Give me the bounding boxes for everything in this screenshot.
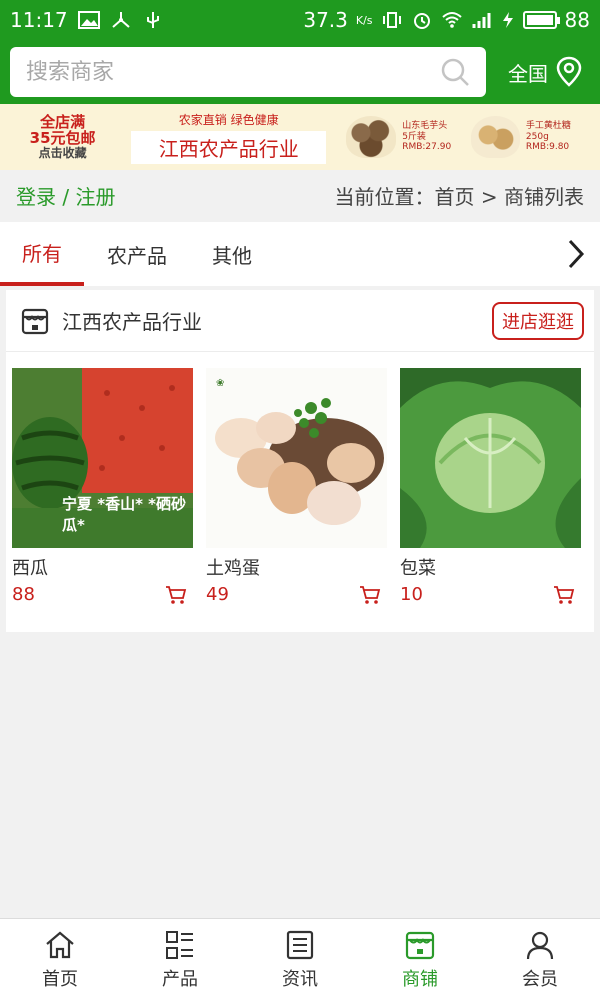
product-name[interactable]: 包菜 xyxy=(400,554,581,580)
signal-icon xyxy=(472,13,491,28)
tabs-more-button[interactable] xyxy=(552,222,600,286)
cabbage-image[interactable] xyxy=(400,368,581,548)
product-card[interactable]: 宁夏 *香山* *硒砂瓜* 西瓜 88 xyxy=(12,368,193,605)
svg-text:❀: ❀ xyxy=(216,378,224,389)
product-list: 宁夏 *香山* *硒砂瓜* 西瓜 88 ❀ 土鸡蛋 49 包菜 10 xyxy=(6,352,594,605)
nav-home[interactable]: 首页 xyxy=(0,919,120,1000)
battery-level: 88 xyxy=(564,8,590,32)
banner-slogan: 农家直销 绿色健康 xyxy=(178,112,279,127)
tab-all[interactable]: 所有 xyxy=(0,222,84,286)
shop-card: 江西农产品行业 进店逛逛 宁夏 *香山* *硒砂瓜* 西瓜 88 ❀ 土鸡蛋 4… xyxy=(6,290,594,632)
cart-icon[interactable] xyxy=(165,585,187,605)
banner-title-block: 农家直销 绿色健康 江西农产品行业 xyxy=(131,111,327,164)
charging-icon xyxy=(502,12,513,28)
eggs-image[interactable]: ❀ xyxy=(206,368,387,548)
banner-product1-price: RMB:27.90 xyxy=(402,142,452,153)
banner-product2-price: RMB:9.80 xyxy=(525,142,570,153)
shop-icon xyxy=(405,931,435,959)
promo-banner[interactable]: 全店满 35元包邮 点击收藏 农家直销 绿色健康 江西农产品行业 山东毛芋头 5… xyxy=(0,104,600,170)
cart-icon[interactable] xyxy=(359,585,381,605)
location-pin-icon xyxy=(556,56,582,87)
candy-image xyxy=(471,116,520,158)
alarm-icon xyxy=(413,13,430,29)
banner-product-1: 山东毛芋头 5斤装 RMB:27.90 xyxy=(346,116,451,158)
product-card[interactable]: ❀ 土鸡蛋 49 xyxy=(206,368,387,605)
nav-shops-label: 商铺 xyxy=(402,968,438,990)
home-icon xyxy=(46,931,74,958)
usb-icon xyxy=(146,12,159,28)
visit-shop-button[interactable]: 进店逛逛 xyxy=(492,301,584,340)
banner-promo-line2: 35元包邮 xyxy=(29,129,96,148)
banner-title: 江西农产品行业 xyxy=(131,130,327,164)
nav-member[interactable]: 会员 xyxy=(480,919,600,1000)
product-grid-icon xyxy=(166,930,193,959)
product-name[interactable]: 土鸡蛋 xyxy=(206,554,387,580)
nav-home-label: 首页 xyxy=(42,968,78,990)
banner-product1-spec: 5斤装 xyxy=(402,131,426,142)
taro-image xyxy=(346,116,397,158)
location-bar: 登录 / 注册 当前位置：首页 > 商铺列表 xyxy=(0,170,600,220)
nav-products-label: 产品 xyxy=(162,968,198,990)
region-label: 全国 xyxy=(508,61,548,86)
banner-product-2: 手工黄杜糖250g RMB:9.80 xyxy=(471,116,592,158)
shop-header: 江西农产品行业 进店逛逛 xyxy=(6,290,594,352)
gallery-icon xyxy=(77,11,100,29)
region-selector[interactable]: 全国 xyxy=(508,56,590,88)
banner-product1-name: 山东毛芋头 xyxy=(402,120,448,131)
nav-products[interactable]: 产品 xyxy=(120,919,240,1000)
wifi-icon xyxy=(441,12,462,28)
product-name[interactable]: 西瓜 xyxy=(12,554,193,580)
nav-member-label: 会员 xyxy=(522,968,558,990)
breadcrumb: 当前位置：首页 > 商铺列表 xyxy=(334,184,584,209)
store-icon xyxy=(21,308,49,334)
tab-other[interactable]: 其他 xyxy=(190,222,274,286)
chevron-right-icon xyxy=(568,239,585,269)
tab-agricultural[interactable]: 农产品 xyxy=(84,222,190,286)
search-icon[interactable] xyxy=(440,57,470,87)
banner-promo-line1: 全店满 xyxy=(40,112,86,131)
cart-icon[interactable] xyxy=(553,585,575,605)
nav-shops[interactable]: 商铺 xyxy=(360,919,480,1000)
bottom-nav: 首页 产品 资讯 商铺 会员 xyxy=(0,918,600,1000)
product-price: 49 xyxy=(206,584,229,605)
watermelon-caption: 宁夏 *香山* *硒砂瓜* xyxy=(62,495,186,534)
banner-product2-name: 手工黄杜糖250g xyxy=(525,120,571,142)
product-card[interactable]: 包菜 10 xyxy=(400,368,581,605)
news-icon xyxy=(286,930,314,959)
category-tabs: 所有 农产品 其他 xyxy=(0,222,600,286)
vibrate-icon xyxy=(382,12,401,28)
watermelon-image[interactable]: 宁夏 *香山* *硒砂瓜* xyxy=(12,368,193,548)
product-price: 88 xyxy=(12,584,35,605)
cabbage-picture xyxy=(400,368,581,548)
battery-icon xyxy=(522,11,560,29)
status-time: 11:17 xyxy=(10,8,68,32)
search-input[interactable] xyxy=(26,59,440,85)
member-icon xyxy=(526,931,554,959)
header: 全国 xyxy=(0,40,600,104)
nav-news-label: 资讯 xyxy=(282,968,318,990)
product-price: 10 xyxy=(400,584,423,605)
shop-name: 江西农产品行业 xyxy=(62,310,202,334)
share-icon xyxy=(111,12,130,28)
search-box[interactable] xyxy=(10,47,486,97)
nav-news[interactable]: 资讯 xyxy=(240,919,360,1000)
status-speed-unit: K/s xyxy=(355,13,373,27)
banner-promo: 全店满 35元包邮 点击收藏 xyxy=(8,114,117,160)
status-bar: 11:17 37.3 K/s 88 xyxy=(0,0,600,40)
eggs-picture: ❀ xyxy=(206,368,387,548)
login-register-link[interactable]: 登录 / 注册 xyxy=(16,181,115,210)
status-speed: 37.3 xyxy=(303,8,348,32)
banner-promo-line3: 点击收藏 xyxy=(38,145,87,160)
